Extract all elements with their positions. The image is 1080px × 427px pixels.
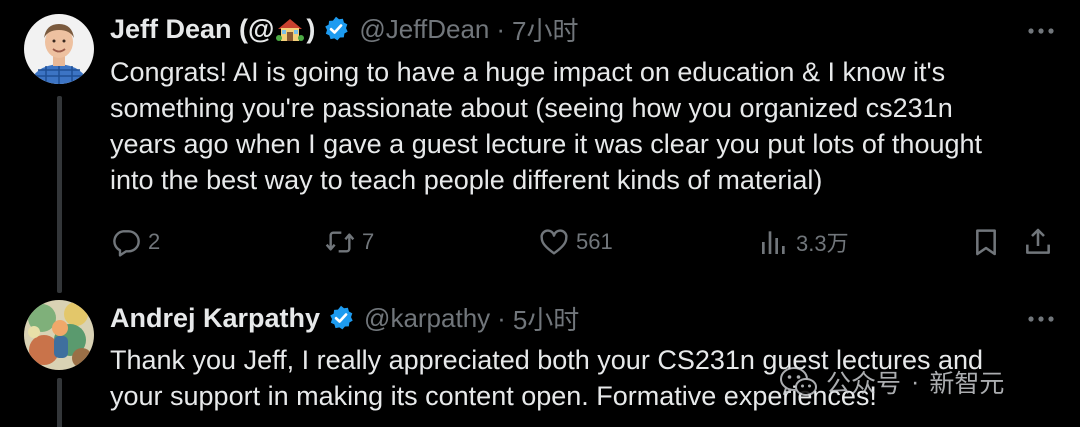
more-icon — [1028, 316, 1054, 322]
more-options-button[interactable] — [1026, 16, 1056, 46]
repost-count: 7 — [362, 229, 375, 254]
author-handle[interactable]: @karpathy — [364, 303, 490, 334]
tweet-text-line: years ago when I gave a guest lecture it… — [110, 129, 983, 159]
watermark-brand: 新智元 — [929, 370, 1005, 398]
like-button[interactable]: 561 — [538, 222, 613, 262]
reply-count: 2 — [148, 229, 161, 254]
view-count: 3.3万 — [796, 231, 849, 256]
tweet-jeffdean[interactable]: Jeff Dean (@ ) @JeffDean · 7小时 Congrats!… — [0, 0, 1080, 290]
watermark-source: 公众号 — [826, 370, 902, 398]
reply-button[interactable]: 2 — [110, 222, 160, 262]
like-count: 561 — [576, 229, 613, 254]
tweet-text-line: something you're passionate about (seein… — [110, 93, 953, 123]
reply-icon — [113, 230, 140, 257]
tweet-timestamp[interactable]: 7小时 — [512, 11, 578, 48]
tweet-text: Congrats! AI is going to have a huge imp… — [110, 54, 1050, 198]
bookmark-button[interactable] — [970, 222, 1002, 262]
author-handle[interactable]: @JeffDean — [359, 14, 489, 45]
verified-badge-icon — [330, 305, 353, 330]
verified-badge-icon — [325, 16, 349, 41]
tweet-header: Andrej Karpathy @karpathy · 5小时 — [110, 300, 579, 336]
more-options-button[interactable] — [1026, 304, 1056, 334]
house-emoji-icon — [276, 19, 305, 41]
tweet-header: Jeff Dean (@ ) @JeffDean · 7小时 — [110, 11, 579, 47]
author-name[interactable]: Jeff Dean (@ — [110, 14, 274, 45]
tweet-timestamp[interactable]: 5小时 — [513, 300, 579, 337]
views-icon — [762, 231, 785, 254]
watermark-separator: · — [911, 367, 920, 396]
watermark: 公众号 · 新智元 — [778, 362, 1004, 402]
author-name-end: ) — [306, 13, 316, 44]
share-icon — [1026, 228, 1050, 254]
tweet-actions-bar: 2 7 561 3.3万 — [110, 222, 1060, 262]
tweet-text-line: into the best way to teach people differ… — [110, 165, 823, 195]
share-button[interactable] — [1022, 222, 1054, 262]
header-separator: · — [496, 13, 506, 44]
views-button[interactable]: 3.3万 — [758, 222, 849, 262]
header-separator: · — [497, 302, 506, 333]
tweet-karpathy[interactable]: Andrej Karpathy @karpathy · 5小时 Thank yo… — [0, 290, 1080, 427]
avatar-jeffdean[interactable] — [24, 14, 94, 84]
like-icon — [540, 229, 568, 255]
author-name[interactable]: Andrej Karpathy — [110, 303, 320, 334]
wechat-icon — [780, 367, 817, 396]
repost-button[interactable]: 7 — [324, 222, 374, 262]
tweet-thread: Jeff Dean (@ ) @JeffDean · 7小时 Congrats!… — [0, 0, 1080, 427]
tweet-text-line: Congrats! AI is going to have a huge imp… — [110, 57, 946, 87]
bookmark-icon — [976, 229, 996, 256]
more-icon — [1028, 28, 1054, 34]
repost-icon — [325, 231, 355, 253]
avatar-karpathy[interactable] — [24, 300, 94, 370]
